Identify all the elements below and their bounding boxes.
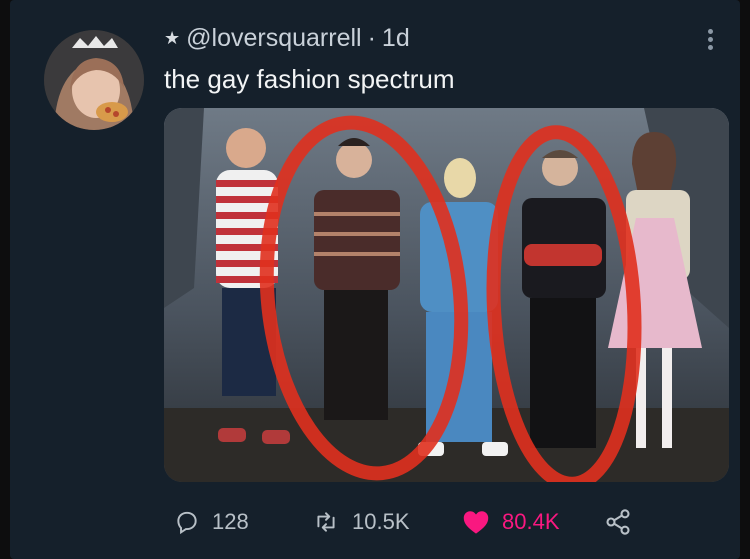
like-count: 80.4K (502, 509, 560, 534)
tweet-media-image[interactable] (164, 108, 729, 482)
tweet-card: ★ @loversquarrell · 1d the gay fashion s… (10, 0, 740, 559)
like-button[interactable]: 80.4K (462, 509, 560, 535)
share-icon (606, 509, 630, 535)
heart-icon (463, 511, 489, 534)
avatar[interactable] (44, 30, 144, 130)
tweet-handle[interactable]: @loversquarrell (186, 24, 361, 53)
more-icon[interactable] (700, 26, 720, 56)
tweet-time[interactable]: 1d (382, 24, 410, 53)
tweet-text: the gay fashion spectrum (164, 64, 455, 94)
retweet-count: 10.5K (352, 509, 410, 534)
tweet-separator: · (367, 24, 376, 52)
tweet-actions: 128 10.5K 80.4K (164, 502, 724, 542)
star-icon: ★ (164, 28, 181, 48)
reply-count: 128 (212, 509, 249, 534)
tweet-header: ★ @loversquarrell · 1d (164, 24, 410, 53)
reply-icon (177, 511, 197, 535)
retweet-button[interactable]: 10.5K (312, 509, 410, 535)
reply-button[interactable]: 128 (174, 509, 249, 535)
retweet-icon (317, 512, 335, 532)
share-button[interactable] (604, 508, 632, 536)
